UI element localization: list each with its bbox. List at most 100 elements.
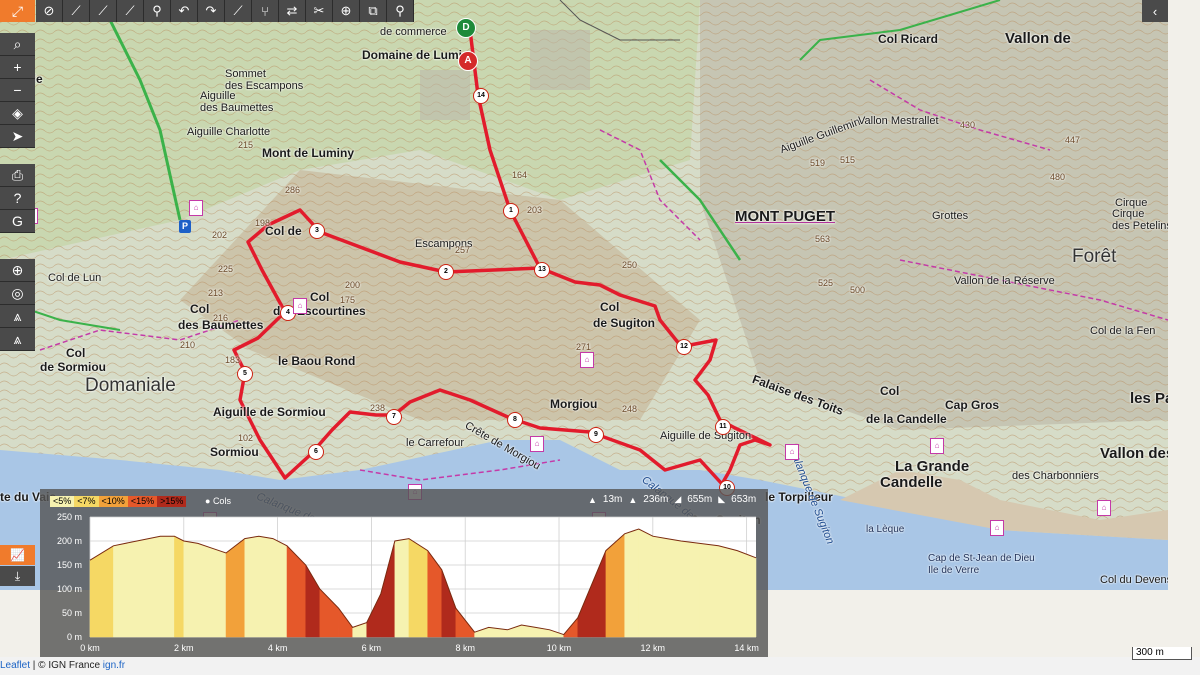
waypoint-marker[interactable]: 14 — [473, 88, 489, 104]
download-button[interactable]: ⤓ — [0, 566, 35, 586]
ign-link[interactable]: ign.fr — [103, 660, 125, 671]
redo-button[interactable]: ↷ — [198, 0, 225, 22]
help-button[interactable]: ? — [0, 187, 35, 210]
swap-button[interactable]: ⇄ — [279, 0, 306, 22]
elevation-label: 175 — [340, 295, 356, 305]
profile-segment — [211, 547, 227, 638]
waypoints-button[interactable]: ⟋ — [225, 0, 252, 22]
waypoint-marker[interactable]: 6 — [308, 444, 324, 460]
print-button[interactable]: ⎙ — [0, 164, 35, 187]
undo-icon: ↶ — [178, 3, 190, 18]
zoom-in-button[interactable]: + — [0, 56, 35, 79]
redo-icon: ↷ — [205, 3, 217, 18]
collapse-panel-button[interactable]: ‹ — [1142, 0, 1168, 22]
globe-button[interactable]: ◎ — [0, 282, 35, 305]
elevation-label: 183 — [225, 355, 241, 365]
layers-button[interactable]: ◈ — [0, 102, 35, 125]
hiking-route-button[interactable]: ⟋ — [63, 0, 90, 22]
split-button[interactable]: ⧉ — [360, 0, 387, 22]
elevation-label: 430 — [960, 120, 976, 130]
zoom-search-button[interactable]: ⌕ — [0, 33, 35, 56]
profile-segment — [680, 540, 700, 638]
map-label: la Lèque — [866, 524, 905, 535]
map-label: Vallon de — [1005, 30, 1071, 47]
profile-segment — [666, 538, 682, 638]
download-icon: ⤓ — [14, 568, 21, 583]
google-button[interactable]: G — [0, 210, 35, 233]
route-button[interactable]: ⟋ — [90, 0, 117, 22]
waypoint-marker[interactable]: 5 — [237, 366, 253, 382]
profile-segment — [225, 538, 246, 638]
scissors-button[interactable]: ✂ — [306, 0, 333, 22]
layers-icon: ◈ — [12, 104, 23, 121]
marker-button[interactable]: ⚲ — [387, 0, 414, 22]
profile-segment — [244, 535, 260, 638]
x-tick-label: 6 km — [362, 643, 382, 653]
map-label: Mont de Luminy — [262, 146, 354, 160]
elevation-label: 102 — [238, 433, 254, 443]
x-tick-label: 4 km — [268, 643, 288, 653]
waypoint-marker[interactable]: 2 — [438, 264, 454, 280]
undo-button[interactable]: ↶ — [171, 0, 198, 22]
view-group: ⊕ ◎ ⩓ ⩓ — [0, 259, 35, 351]
elevation-label: 525 — [818, 278, 834, 288]
start-marker-icon[interactable]: D — [456, 18, 476, 38]
waypoint-marker[interactable]: 13 — [534, 262, 550, 278]
map-label: Cap de St-Jean de Dieu — [928, 553, 1035, 564]
waypoint-marker[interactable]: 8 — [507, 412, 523, 428]
swap-icon: ⇄ — [286, 3, 298, 18]
eye-off-button[interactable]: ⊘ — [36, 0, 63, 22]
y-tick-label: 200 m — [57, 536, 82, 546]
chart-icon: 📈 — [10, 548, 25, 562]
map-label: Aiguille Charlotte — [187, 126, 271, 138]
terrain-button[interactable]: ⩓ — [0, 328, 35, 351]
waypoint-marker[interactable]: 1 — [503, 203, 519, 219]
elevation-profile-panel[interactable]: <5% <7% <10% <15% >15% ● Cols ▲ 13m ▲ 236m ◢ 65… — [40, 489, 768, 659]
crosshair-button[interactable]: ⊕ — [0, 259, 35, 282]
elevation-button[interactable]: ⩓ — [0, 305, 35, 328]
branch-button[interactable]: ⑂ — [252, 0, 279, 22]
map-label: Col de Lun — [48, 272, 102, 284]
y-tick-label: 250 m — [57, 512, 82, 522]
waypoint-marker[interactable]: 3 — [309, 223, 325, 239]
map-label: Aiguille de Sormiou — [213, 405, 326, 419]
elevation-label: 238 — [370, 403, 386, 413]
x-tick-label: 14 km — [734, 643, 759, 653]
hiking-route-icon: ⟋ — [71, 3, 81, 18]
map-label: les Pas — [1130, 390, 1168, 407]
x-tick-label: 10 km — [547, 643, 572, 653]
locate-button[interactable]: ➤ — [0, 125, 35, 148]
print-icon: ⎙ — [11, 166, 24, 183]
poi-marker-icon: ⌂ — [990, 520, 1004, 536]
waypoint-marker[interactable]: 7 — [386, 409, 402, 425]
y-tick-label: 50 m — [62, 608, 82, 618]
waypoint-marker[interactable]: 11 — [715, 419, 731, 435]
poi-marker-icon: ⌂ — [530, 436, 544, 452]
add-node-button[interactable]: ⊕ — [333, 0, 360, 22]
map-label: Col de la Fen — [1090, 325, 1156, 337]
end-marker-icon[interactable]: A — [458, 51, 478, 71]
map-label: des Baumettes — [200, 102, 274, 114]
waypoint-marker[interactable]: 9 — [588, 427, 604, 443]
map-label: le Baou Rond — [278, 354, 356, 368]
locate-icon: ➤ — [11, 127, 24, 144]
elevation-chart-button[interactable]: 📈 — [0, 545, 35, 565]
route-alt-button[interactable]: ⟋ — [117, 0, 144, 22]
waypoint-marker[interactable]: 12 — [676, 339, 692, 355]
elevation-label: 225 — [218, 264, 234, 274]
elevation-chart[interactable]: 0 m 50 m 100 m 150 m 200 m 250 m 0 km 2 km 4 km 6… — [40, 489, 768, 659]
tools-group: ⎙? G — [0, 164, 35, 233]
map-label: Aiguille — [200, 90, 236, 102]
elevation-label: 200 — [345, 280, 361, 290]
bike-button[interactable]: ⚲ — [144, 0, 171, 22]
map-label: Sommet — [225, 68, 266, 80]
map-label: Domaniale — [85, 375, 176, 396]
profile-segment — [736, 550, 757, 638]
map-label: Grottes — [932, 210, 969, 222]
y-tick-label: 150 m — [57, 560, 82, 570]
fullscreen-button[interactable]: ⤢ — [0, 0, 35, 22]
zoom-out-button[interactable]: − — [0, 79, 35, 102]
scale-bar: 300 m — [1132, 647, 1192, 660]
map-label: Cirque — [1115, 197, 1148, 209]
leaflet-link[interactable]: Leaflet — [0, 660, 30, 671]
